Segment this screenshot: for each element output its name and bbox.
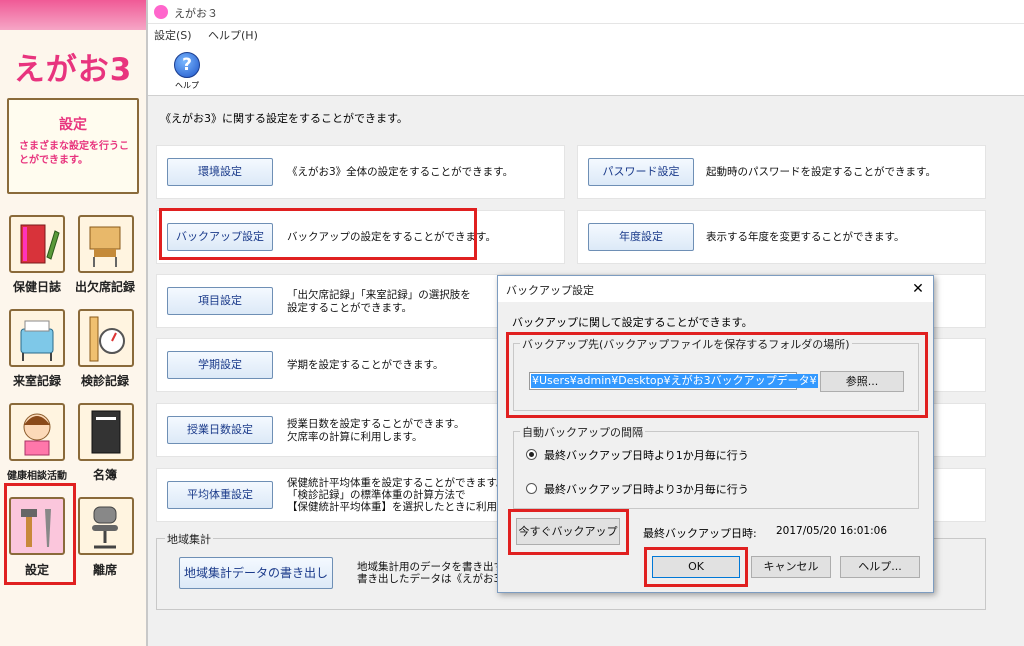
app-logo: えがお3 xyxy=(13,52,133,88)
backup-setting-highlight xyxy=(159,208,477,260)
ok-button-highlight xyxy=(644,547,748,587)
nav-health-diary[interactable] xyxy=(9,215,65,273)
dialog-description: バックアップに関して設定することができます。 xyxy=(512,316,753,329)
dialog-title: バックアップ設定 xyxy=(506,284,594,297)
env-setting-desc: 《えがお3》全体の設定をすることができます。 xyxy=(287,166,514,178)
notebook-pencil-icon xyxy=(20,224,60,264)
year-setting-panel: 年度設定 表示する年度を変更することができます。 xyxy=(577,210,986,264)
nav-label-settings: 設定 xyxy=(24,563,49,577)
chair-icon xyxy=(92,506,118,549)
radio-3-month-label[interactable]: 最終バックアップ日時より3か月毎に行う xyxy=(544,481,749,497)
nav-label-roster: 名簿 xyxy=(92,468,117,482)
nav-visit-record[interactable] xyxy=(9,309,65,367)
scale-icon xyxy=(89,316,125,362)
env-setting-panel: 環境設定 《えがお3》全体の設定をすることができます。 xyxy=(156,145,565,199)
cancel-button[interactable]: キャンセル xyxy=(751,556,831,578)
avg-weight-button[interactable]: 平均体重設定 xyxy=(167,481,273,509)
item-setting-desc-line1: 「出欠席記録」「来室記録」の選択肢を xyxy=(287,289,471,301)
close-icon[interactable]: ✕ xyxy=(908,279,928,299)
school-desk-icon xyxy=(89,226,121,267)
school-days-button[interactable]: 授業日数設定 xyxy=(167,416,273,444)
bed-icon xyxy=(20,320,54,361)
radio-3-month[interactable] xyxy=(526,483,537,494)
auto-backup-group: 自動バックアップの間隔 最終バックアップ日時より1か月毎に行う 最終バックアップ… xyxy=(513,424,919,509)
sidebar-header-bar xyxy=(0,0,146,30)
password-setting-button[interactable]: パスワード設定 xyxy=(588,158,694,186)
last-backup-value: 2017/05/20 16:01:06 xyxy=(776,525,888,537)
tools-icon xyxy=(21,509,51,547)
current-section-title: 設定 xyxy=(59,117,87,133)
window-titlebar: えがお３ xyxy=(148,0,1024,24)
year-setting-desc: 表示する年度を変更することができます。 xyxy=(706,231,905,243)
regional-desc-line1: 地域集計用のデータを書き出す xyxy=(357,561,504,573)
item-setting-button[interactable]: 項目設定 xyxy=(167,287,273,315)
nav-roster[interactable] xyxy=(78,403,134,461)
toolbar: ? ヘルプ xyxy=(148,44,1024,96)
item-setting-desc-line2: 設定することができます。 xyxy=(287,302,412,314)
dialog-titlebar: バックアップ設定 ✕ xyxy=(498,276,933,302)
help-toolbar-button[interactable]: ? ヘルプ xyxy=(170,52,204,92)
intro-text: 《えがお3》に関する設定をすることができます。 xyxy=(160,112,408,125)
last-backup-label: 最終バックアップ日時: xyxy=(643,527,757,540)
nav-label-health-diary: 保健日誌 xyxy=(12,280,61,294)
help-toolbar-label: ヘルプ xyxy=(175,81,199,90)
term-setting-desc: 学期を設定することができます。 xyxy=(287,359,444,371)
backup-dialog: バックアップ設定 ✕ バックアップに関して設定することができます。 バックアップ… xyxy=(497,275,934,593)
help-icon: ? xyxy=(174,52,200,78)
avg-weight-desc-line3: 【保健統計平均体重】を選択したときに利用し xyxy=(287,501,508,513)
school-days-desc-line2: 欠席率の計算に利用します。 xyxy=(287,431,423,443)
current-section-description: さまざまな設定を行うことができます。 xyxy=(19,141,129,166)
term-setting-button[interactable]: 学期設定 xyxy=(167,351,273,379)
window-title: えがお３ xyxy=(174,7,218,20)
nav-attendance[interactable] xyxy=(78,215,134,273)
backup-now-highlight xyxy=(508,509,629,555)
school-days-desc-line1: 授業日数を設定することができます。 xyxy=(287,418,465,430)
env-setting-button[interactable]: 環境設定 xyxy=(167,158,273,186)
auto-backup-label: 自動バックアップの間隔 xyxy=(520,424,645,440)
avg-weight-desc-line1: 保健統計平均体重を設定することができます。 xyxy=(287,477,507,489)
dialog-help-button[interactable]: ヘルプ... xyxy=(840,556,920,578)
sidebar: えがお3 設定 さまざまな設定を行うことができます。 保健日誌 出欠席記録 来室… xyxy=(0,0,148,646)
regional-group-label: 地域集計 xyxy=(165,531,213,547)
year-setting-button[interactable]: 年度設定 xyxy=(588,223,694,251)
nav-settings[interactable] xyxy=(9,497,65,555)
nav-label-visit-record: 来室記録 xyxy=(12,374,61,388)
menu-help[interactable]: ヘルプ(H) xyxy=(208,27,258,43)
nav-label-attendance: 出欠席記録 xyxy=(74,280,135,294)
nav-label-counseling: 健康相談活動 xyxy=(7,471,67,482)
nav-label-checkup-record: 検診記録 xyxy=(80,374,129,388)
menubar: 設定(S) ヘルプ(H) xyxy=(148,24,1024,44)
radio-1-month-label[interactable]: 最終バックアップ日時より1か月毎に行う xyxy=(544,447,749,463)
radio-1-month[interactable] xyxy=(526,449,537,460)
regional-export-button[interactable]: 地域集計データの書き出し xyxy=(179,557,333,589)
menu-settings[interactable]: 設定(S) xyxy=(154,27,192,43)
nurse-icon xyxy=(23,413,51,456)
password-setting-desc: 起動時のパスワードを設定することができます。 xyxy=(706,166,936,178)
nav-counseling[interactable] xyxy=(9,403,65,461)
app-icon xyxy=(154,5,168,19)
roster-book-icon xyxy=(91,410,121,454)
backup-destination-highlight xyxy=(506,332,928,418)
current-section-box: 設定 さまざまな設定を行うことができます。 xyxy=(7,98,139,194)
nav-checkup-record[interactable] xyxy=(78,309,134,367)
avg-weight-desc-line2: 「検診記録」の標準体重の計算方法で xyxy=(287,489,466,501)
nav-label-leave-seat: 離席 xyxy=(92,563,117,577)
password-setting-panel: パスワード設定 起動時のパスワードを設定することができます。 xyxy=(577,145,986,199)
nav-leave-seat[interactable] xyxy=(78,497,134,555)
